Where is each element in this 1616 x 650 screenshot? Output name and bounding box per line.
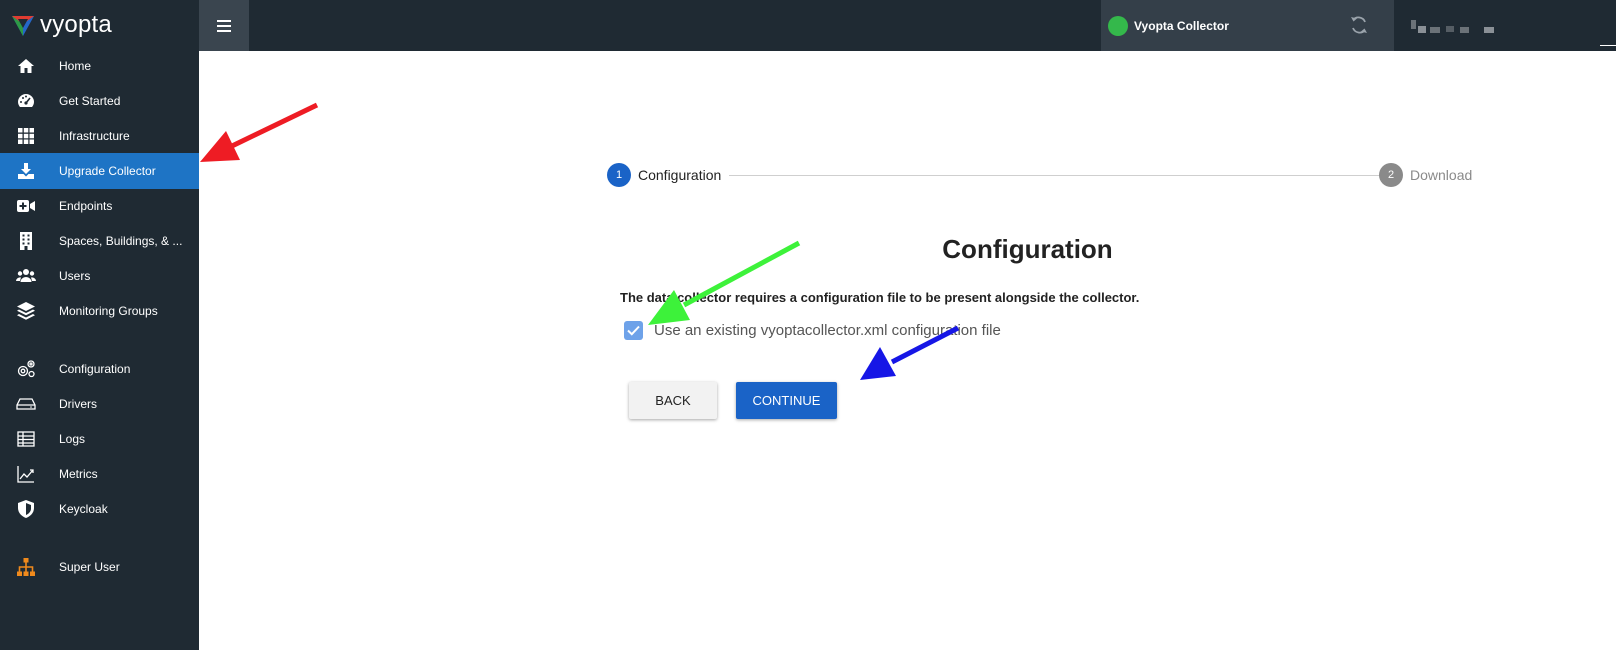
sidebar-item-users[interactable]: Users bbox=[0, 258, 199, 294]
logo-text: vyopta bbox=[40, 11, 112, 38]
vyopta-logo[interactable]: vyopta bbox=[0, 0, 199, 50]
org-chart-icon bbox=[15, 556, 37, 578]
step-label-download: Download bbox=[1410, 167, 1473, 183]
table-icon bbox=[15, 428, 37, 450]
hard-drive-icon bbox=[15, 393, 37, 415]
redacted-user bbox=[1446, 26, 1454, 32]
use-existing-config-checkbox[interactable] bbox=[624, 321, 643, 340]
redacted-user bbox=[1418, 26, 1426, 33]
sidebar-item-label: Get Started bbox=[59, 94, 121, 108]
sidebar-item-endpoints[interactable]: Endpoints bbox=[0, 188, 199, 224]
layers-icon bbox=[15, 300, 37, 322]
back-button[interactable]: BACK bbox=[629, 382, 717, 419]
sidebar-item-label: Upgrade Collector bbox=[59, 164, 156, 178]
sidebar-item-upgrade-collector[interactable]: Upgrade Collector bbox=[0, 153, 199, 189]
gears-icon bbox=[15, 358, 37, 380]
main-content: 1 Configuration 2 Download Configuration… bbox=[199, 51, 1616, 650]
sidebar: vyopta Home Get Started Infrastructure U… bbox=[0, 0, 199, 650]
redacted-user bbox=[1411, 20, 1416, 29]
top-bar: Vyopta Collector bbox=[199, 0, 1616, 51]
sidebar-item-monitoring-groups[interactable]: Monitoring Groups bbox=[0, 293, 199, 329]
status-indicator bbox=[1108, 15, 1128, 36]
sidebar-item-logs[interactable]: Logs bbox=[0, 421, 199, 457]
page-title: Configuration bbox=[942, 234, 1113, 264]
checkmark-icon bbox=[627, 325, 640, 336]
sidebar-item-get-started[interactable]: Get Started bbox=[0, 83, 199, 119]
sidebar-item-label: Metrics bbox=[59, 467, 98, 481]
sidebar-item-configuration[interactable]: Configuration bbox=[0, 351, 199, 387]
sidebar-item-label: Users bbox=[59, 269, 91, 283]
sidebar-item-infrastructure[interactable]: Infrastructure bbox=[0, 118, 199, 154]
sidebar-item-label: Configuration bbox=[59, 362, 131, 376]
redacted-user bbox=[1484, 27, 1494, 33]
hamburger-icon bbox=[217, 19, 231, 32]
use-existing-config-option[interactable]: Use an existing vyoptacollector.xml conf… bbox=[624, 321, 1001, 340]
description-text: The data collector requires a configurat… bbox=[620, 290, 1140, 305]
sidebar-item-label: Keycloak bbox=[59, 502, 108, 516]
line-chart-icon bbox=[15, 463, 37, 485]
sidebar-item-super-user[interactable]: Super User bbox=[0, 549, 199, 585]
step-label-configuration: Configuration bbox=[638, 167, 722, 183]
step-number: 1 bbox=[607, 163, 631, 187]
video-camera-plus-icon bbox=[15, 195, 37, 217]
continue-button[interactable]: CONTINUE bbox=[736, 382, 837, 419]
shield-icon bbox=[15, 498, 37, 520]
sidebar-item-label: Infrastructure bbox=[59, 129, 130, 143]
sidebar-item-metrics[interactable]: Metrics bbox=[0, 456, 199, 492]
collector-name: Vyopta Collector bbox=[1134, 18, 1229, 33]
sidebar-item-label: Spaces, Buildings, & ... bbox=[59, 234, 183, 248]
building-icon bbox=[15, 230, 37, 252]
sidebar-item-keycloak[interactable]: Keycloak bbox=[0, 491, 199, 527]
sidebar-item-label: Home bbox=[59, 59, 92, 73]
sidebar-item-label: Logs bbox=[59, 432, 86, 446]
step-number: 2 bbox=[1379, 163, 1403, 187]
users-icon bbox=[15, 265, 37, 287]
menu-toggle-button[interactable] bbox=[199, 0, 249, 51]
redacted-user bbox=[1460, 27, 1469, 33]
sidebar-item-label: Monitoring Groups bbox=[59, 304, 158, 318]
underline bbox=[1600, 45, 1616, 46]
collector-status[interactable]: Vyopta Collector bbox=[1101, 0, 1394, 51]
stepper: 1 Configuration 2 Download bbox=[607, 163, 1497, 189]
refresh-icon[interactable] bbox=[1348, 14, 1370, 36]
sidebar-item-drivers[interactable]: Drivers bbox=[0, 386, 199, 422]
grid-icon bbox=[15, 125, 37, 147]
dashboard-gauge-icon bbox=[15, 90, 37, 112]
sidebar-item-spaces[interactable]: Spaces, Buildings, & ... bbox=[0, 223, 199, 259]
download-icon bbox=[15, 160, 37, 182]
sidebar-item-home[interactable]: Home bbox=[0, 48, 199, 84]
redacted-user bbox=[1430, 27, 1440, 33]
home-icon bbox=[15, 55, 37, 77]
checkbox-label: Use an existing vyoptacollector.xml conf… bbox=[654, 322, 1001, 339]
sidebar-item-label: Super User bbox=[59, 560, 120, 574]
step-connector bbox=[729, 175, 1395, 176]
sidebar-item-label: Endpoints bbox=[59, 199, 113, 213]
user-menu[interactable] bbox=[1404, 0, 1616, 51]
sidebar-item-label: Drivers bbox=[59, 397, 97, 411]
vyopta-logo-icon bbox=[12, 16, 34, 36]
